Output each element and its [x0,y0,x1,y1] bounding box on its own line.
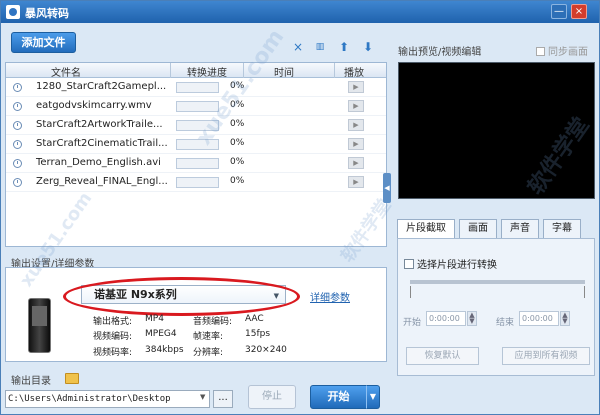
start-time-input[interactable]: 0:00:00 [426,311,466,326]
apply-all-button[interactable]: 应用到所有视频 [502,347,590,365]
output-directory-label: 输出目录 [11,376,51,387]
param-value: 15fps [245,329,271,339]
end-time-label: 结束 [496,318,515,328]
title-bar: 暴风转码 — × [1,1,599,23]
file-name: StarCraft2CinematicTrail... [36,138,168,149]
checkbox-icon [404,259,414,269]
play-icon[interactable]: ▶ [348,138,364,150]
window-title: 暴风转码 [25,7,69,20]
play-icon[interactable]: ▶ [348,81,364,93]
clock-icon [13,121,22,130]
param-value: MPEG4 [145,329,177,339]
path-dropdown-icon[interactable]: ▼ [200,393,205,401]
file-name: eatgodvskimcarry.wmv [36,100,152,111]
start-menu-button[interactable]: ▼ [366,385,380,409]
file-row[interactable]: Zerg_Reveal_FINAL_Engl... 0% ▶ [6,173,386,192]
tab-clip[interactable]: 片段截取 [397,219,455,239]
clock-icon [13,140,22,149]
minimize-button[interactable]: — [551,4,567,19]
progress-bar [176,82,219,93]
file-name: Terran_Demo_English.avi [36,157,161,168]
edit-tabs: 片段截取 画面 声音 字幕 [397,219,595,239]
app-logo-icon [6,5,20,19]
progress-text: 0% [230,138,245,148]
start-time-spinner[interactable]: ▲ ▼ [467,311,477,326]
reset-default-button[interactable]: 恢复默认 [406,347,479,365]
remove-file-icon[interactable]: × [290,39,306,55]
param-value: 384kbps [145,345,184,355]
tab-audio[interactable]: 声音 [501,219,539,239]
file-list-header: 文件名 转换进度 时间 播放 [6,63,386,79]
param-label: 视频编码: [93,332,133,342]
param-label: 帧速率: [193,332,224,342]
details-link[interactable]: 详细参数 [310,289,350,304]
folder-icon[interactable] [65,373,79,384]
play-icon[interactable]: ▶ [348,157,364,169]
output-settings-panel: 诺基亚 N9x系列 详细参数 输出格式:MP4音频编码:AAC视频编码:MPEG… [5,267,387,362]
clip-select-label: 选择片段进行转换 [417,260,497,271]
move-down-icon[interactable]: ⬇ [360,39,376,55]
clip-editor-panel: 选择片段进行转换 开始 0:00:00 ▲ ▼ 结束 0:00:00 ▲ ▼ 恢复默… [397,238,595,376]
play-icon[interactable]: ▶ [348,176,364,188]
clock-icon [13,178,22,187]
sync-preview-label: 同步画面 [548,47,588,58]
param-label: 音频编码: [193,317,233,327]
browse-button[interactable]: ... [213,390,233,408]
application-window: 暴风转码 — × 添加文件 × ▥ ⬆ ⬇ 文件名 转换进度 时间 播放 128… [0,0,600,415]
param-label: 输出格式: [93,317,133,327]
clock-icon [13,159,22,168]
start-time-label: 开始 [403,318,422,328]
progress-bar [176,177,219,188]
progress-text: 0% [230,157,245,167]
param-value: 320×240 [245,345,287,355]
end-time-input[interactable]: 0:00:00 [519,311,559,326]
column-time: 时间 [274,68,294,79]
trash-icon[interactable]: ▥ [312,39,328,55]
play-icon[interactable]: ▶ [348,119,364,131]
param-label: 分辨率: [193,348,224,358]
file-row[interactable]: Terran_Demo_English.avi 0% ▶ [6,154,386,173]
preview-label: 输出预览/视频编辑 [398,47,482,58]
file-name: StarCraft2ArtworkTraile... [36,119,163,130]
column-play: 播放 [344,68,364,79]
stop-button[interactable]: 停止 [248,385,296,409]
play-icon[interactable]: ▶ [348,100,364,112]
column-filename: 文件名 [51,68,81,79]
clock-icon [13,102,22,111]
clip-range-handles[interactable] [410,286,585,298]
sync-preview-checkbox[interactable]: 同步画面 [536,43,588,58]
progress-text: 0% [230,176,245,186]
param-value: MP4 [145,314,164,324]
tab-subtitles[interactable]: 字幕 [543,219,581,239]
device-phone-image [28,298,51,353]
column-progress: 转换进度 [187,68,227,79]
add-file-button[interactable]: 添加文件 [11,32,76,53]
start-button[interactable]: 开始 [310,385,367,409]
tab-picture[interactable]: 画面 [459,219,497,239]
progress-bar [176,158,219,169]
output-path-input[interactable]: C:\Users\Administrator\Desktop [5,390,210,408]
end-time-spinner[interactable]: ▲ ▼ [560,311,570,326]
clip-select-checkbox[interactable]: 选择片段进行转换 [404,256,497,271]
clip-timeline-slider[interactable] [410,280,585,284]
file-name: Zerg_Reveal_FINAL_Engl... [36,176,168,187]
file-row[interactable]: 1280_StarCraft2Gamepl... 0% ▶ [6,78,386,97]
param-label: 视频码率: [93,348,133,358]
sync-checkbox-icon [536,47,545,56]
file-name: 1280_StarCraft2Gamepl... [36,81,167,92]
param-value: AAC [245,314,264,324]
move-up-icon[interactable]: ⬆ [336,39,352,55]
highlight-ellipse [63,277,300,316]
close-button[interactable]: × [571,4,587,19]
file-row[interactable]: eatgodvskimcarry.wmv 0% ▶ [6,97,386,116]
clock-icon [13,83,22,92]
